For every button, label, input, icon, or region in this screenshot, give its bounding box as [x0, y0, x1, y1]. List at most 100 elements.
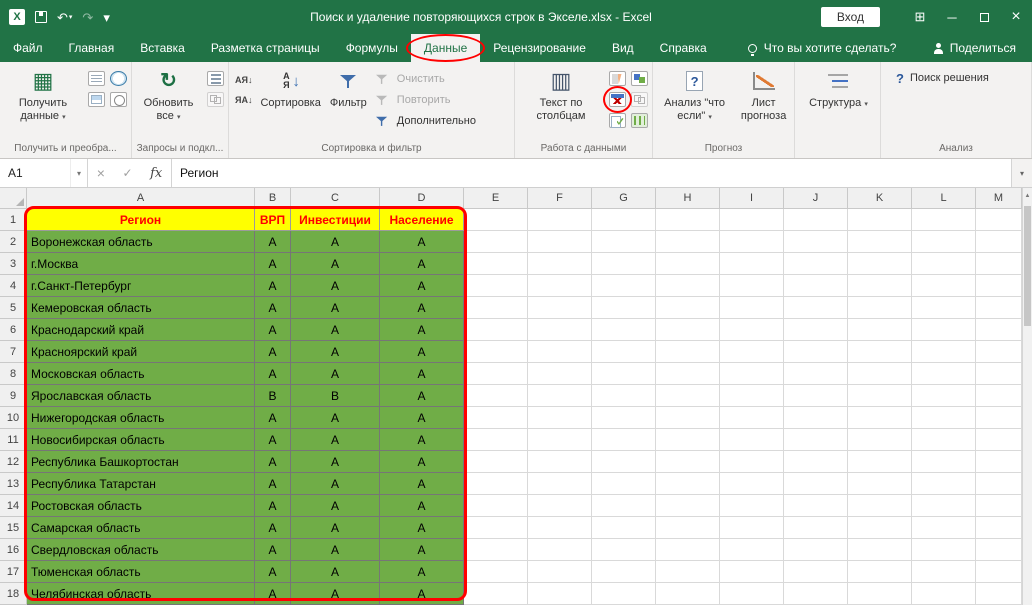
cell-H17[interactable] — [656, 561, 720, 583]
flash-fill-button[interactable] — [606, 68, 628, 89]
cell-K17[interactable] — [848, 561, 912, 583]
cell-G17[interactable] — [592, 561, 656, 583]
close-button[interactable]: × — [1000, 0, 1032, 34]
cell-G9[interactable] — [592, 385, 656, 407]
cell-H15[interactable] — [656, 517, 720, 539]
cell-J5[interactable] — [784, 297, 848, 319]
cell-M10[interactable] — [976, 407, 1022, 429]
cell-C10[interactable]: А — [291, 407, 380, 429]
from-table-button[interactable] — [85, 89, 107, 110]
cell-L2[interactable] — [912, 231, 976, 253]
column-header-H[interactable]: H — [656, 188, 720, 209]
cell-L15[interactable] — [912, 517, 976, 539]
cell-H4[interactable] — [656, 275, 720, 297]
cell-I16[interactable] — [720, 539, 784, 561]
column-header-F[interactable]: F — [528, 188, 592, 209]
cell-G13[interactable] — [592, 473, 656, 495]
cell-K13[interactable] — [848, 473, 912, 495]
cell-H3[interactable] — [656, 253, 720, 275]
cell-F6[interactable] — [528, 319, 592, 341]
cell-D1[interactable]: Население — [380, 209, 464, 231]
cell-E12[interactable] — [464, 451, 528, 473]
cell-E6[interactable] — [464, 319, 528, 341]
cell-E18[interactable] — [464, 583, 528, 605]
cell-F3[interactable] — [528, 253, 592, 275]
cell-A15[interactable]: Самарская область — [27, 517, 255, 539]
cell-D13[interactable]: А — [380, 473, 464, 495]
column-header-E[interactable]: E — [464, 188, 528, 209]
tab-Формулы[interactable]: Формулы — [333, 34, 411, 62]
cell-F10[interactable] — [528, 407, 592, 429]
cell-L3[interactable] — [912, 253, 976, 275]
cell-J11[interactable] — [784, 429, 848, 451]
tab-Справка[interactable]: Справка — [647, 34, 720, 62]
cell-C15[interactable]: А — [291, 517, 380, 539]
cell-D18[interactable]: А — [380, 583, 464, 605]
cell-A18[interactable]: Челябинская область — [27, 583, 255, 605]
cell-D14[interactable]: А — [380, 495, 464, 517]
cell-K12[interactable] — [848, 451, 912, 473]
cell-L9[interactable] — [912, 385, 976, 407]
cell-L14[interactable] — [912, 495, 976, 517]
cell-L12[interactable] — [912, 451, 976, 473]
cell-E10[interactable] — [464, 407, 528, 429]
column-header-K[interactable]: K — [848, 188, 912, 209]
share-button[interactable]: Поделиться — [933, 34, 1032, 62]
column-header-I[interactable]: I — [720, 188, 784, 209]
cell-E5[interactable] — [464, 297, 528, 319]
cell-D5[interactable]: А — [380, 297, 464, 319]
cell-M1[interactable] — [976, 209, 1022, 231]
cell-E11[interactable] — [464, 429, 528, 451]
scrollbar-thumb[interactable] — [1024, 206, 1031, 326]
cell-B1[interactable]: ВРП — [255, 209, 291, 231]
column-header-J[interactable]: J — [784, 188, 848, 209]
cell-C4[interactable]: А — [291, 275, 380, 297]
scroll-up-icon[interactable]: ▲ — [1023, 188, 1032, 204]
undo-icon[interactable]: ↶▾ — [57, 11, 72, 24]
cell-F14[interactable] — [528, 495, 592, 517]
cell-K6[interactable] — [848, 319, 912, 341]
tab-Вид[interactable]: Вид — [599, 34, 647, 62]
cell-M16[interactable] — [976, 539, 1022, 561]
cell-C12[interactable]: А — [291, 451, 380, 473]
row-header-6[interactable]: 6 — [0, 319, 27, 341]
cell-E13[interactable] — [464, 473, 528, 495]
vertical-scrollbar[interactable]: ▲ — [1022, 188, 1032, 605]
cell-G1[interactable] — [592, 209, 656, 231]
ribbon-display-options-icon[interactable]: ⊞ — [904, 0, 936, 34]
cell-M18[interactable] — [976, 583, 1022, 605]
select-all-corner[interactable] — [0, 188, 27, 209]
row-header-5[interactable]: 5 — [0, 297, 27, 319]
cell-B8[interactable]: А — [255, 363, 291, 385]
cell-M7[interactable] — [976, 341, 1022, 363]
cell-K15[interactable] — [848, 517, 912, 539]
sort-ascending-button[interactable]: АЯ↓ — [233, 72, 254, 88]
data-validation-button[interactable] — [606, 110, 628, 131]
tab-Рецензирование[interactable]: Рецензирование — [480, 34, 599, 62]
cell-K7[interactable] — [848, 341, 912, 363]
cell-B18[interactable]: А — [255, 583, 291, 605]
row-header-16[interactable]: 16 — [0, 539, 27, 561]
cell-C2[interactable]: А — [291, 231, 380, 253]
cell-K3[interactable] — [848, 253, 912, 275]
cell-H11[interactable] — [656, 429, 720, 451]
cell-F12[interactable] — [528, 451, 592, 473]
cell-A14[interactable]: Ростовская область — [27, 495, 255, 517]
cell-L8[interactable] — [912, 363, 976, 385]
cell-K4[interactable] — [848, 275, 912, 297]
cell-I6[interactable] — [720, 319, 784, 341]
cell-J12[interactable] — [784, 451, 848, 473]
from-web-button[interactable] — [107, 68, 129, 89]
cell-H8[interactable] — [656, 363, 720, 385]
cell-I18[interactable] — [720, 583, 784, 605]
cell-E4[interactable] — [464, 275, 528, 297]
cell-D7[interactable]: А — [380, 341, 464, 363]
maximize-button[interactable] — [968, 0, 1000, 34]
cell-J7[interactable] — [784, 341, 848, 363]
cell-E16[interactable] — [464, 539, 528, 561]
cell-I2[interactable] — [720, 231, 784, 253]
cell-F15[interactable] — [528, 517, 592, 539]
cell-A3[interactable]: г.Москва — [27, 253, 255, 275]
cell-C17[interactable]: А — [291, 561, 380, 583]
formula-bar-expand-icon[interactable]: ▾ — [1012, 159, 1032, 187]
